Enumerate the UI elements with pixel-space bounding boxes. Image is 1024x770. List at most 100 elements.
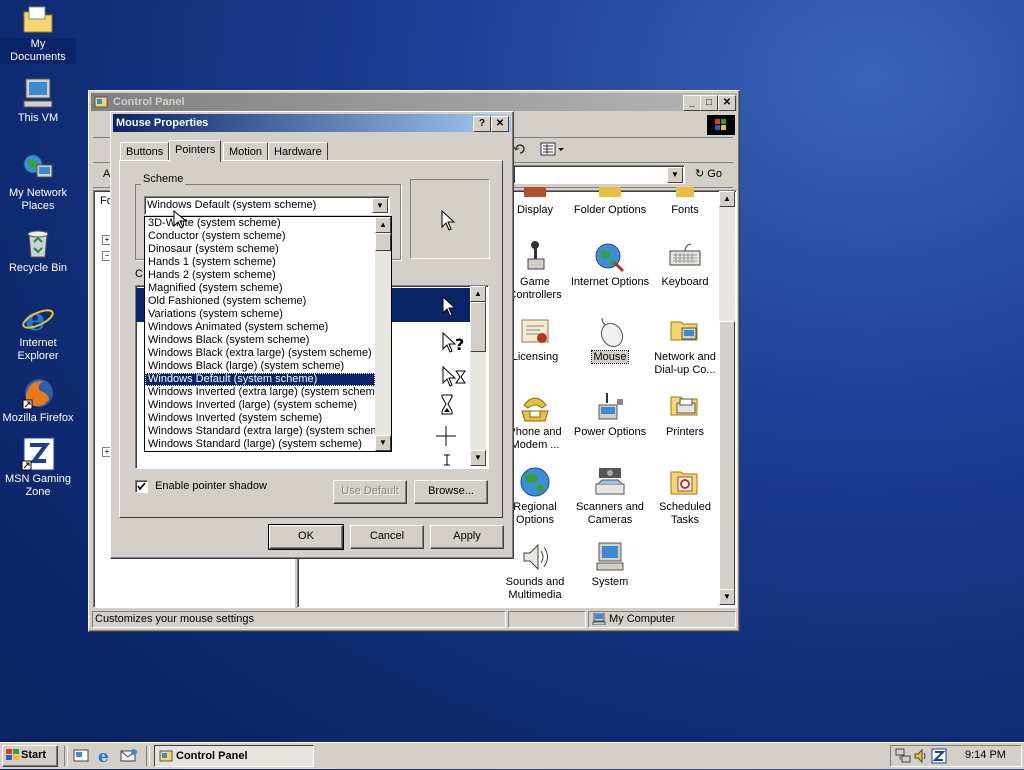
address-input[interactable]: ▼ — [513, 165, 685, 184]
cp-item-folder-options[interactable]: Folder Options — [570, 187, 650, 217]
scheme-option[interactable]: Windows Black (extra large) (system sche… — [145, 347, 375, 360]
start-button[interactable]: Start — [2, 745, 58, 767]
recycle-bin-icon — [21, 226, 55, 260]
tab-motion[interactable]: Motion — [223, 142, 269, 161]
tab-buttons[interactable]: Buttons — [120, 142, 170, 161]
cp-item-mouse[interactable]: Mouse — [570, 316, 650, 364]
scroll-thumb[interactable] — [470, 302, 486, 352]
tab-hardware[interactable]: Hardware — [268, 142, 328, 161]
scheme-option[interactable]: Windows Inverted (extra large) (system s… — [145, 386, 385, 399]
views-icon[interactable] — [539, 141, 565, 157]
scheme-option[interactable]: Windows Animated (system scheme) — [145, 321, 375, 334]
show-desktop-icon[interactable] — [73, 748, 89, 767]
scheme-option[interactable]: Hands 1 (system scheme) — [145, 256, 375, 269]
scheme-option[interactable]: Variations (system scheme) — [145, 308, 375, 321]
use-default-button[interactable]: Use Default — [333, 480, 407, 504]
control-panel-icon — [159, 749, 173, 763]
ok-button[interactable]: OK — [268, 524, 344, 550]
minimize-button[interactable]: _ — [683, 95, 701, 111]
go-button[interactable]: ↻ Go — [695, 166, 731, 183]
network-tray-icon[interactable] — [895, 748, 911, 767]
quicklaunch-ie-icon[interactable]: e — [96, 747, 114, 768]
scroll-down-arrow[interactable]: ▼ — [375, 435, 391, 451]
scheme-option[interactable]: Windows Default (system scheme) — [145, 373, 375, 386]
game-controller-icon — [518, 241, 552, 273]
task-button-control-panel[interactable]: Control Panel — [154, 745, 314, 767]
quicklaunch-outlook-icon[interactable] — [120, 748, 138, 767]
dialog-close-button[interactable]: ✕ — [491, 116, 509, 132]
cursor-list-scrollbar[interactable]: ▲ ▼ — [470, 286, 486, 466]
scheme-option[interactable]: Windows Standard (large) (system scheme) — [145, 438, 375, 451]
cp-item-system[interactable]: System — [570, 541, 650, 589]
scroll-down-arrow[interactable]: ▼ — [470, 450, 486, 466]
enable-pointer-shadow-label: Enable pointer shadow — [155, 480, 267, 493]
vm-tools-tray-icon[interactable] — [931, 748, 947, 767]
dropdown-scrollbar[interactable]: ▲ ▼ — [375, 217, 391, 451]
cp-item-printers[interactable]: Printers — [645, 391, 725, 439]
cp-item-scheduled-tasks[interactable]: Scheduled Tasks — [645, 466, 725, 527]
cp-item-keyboard[interactable]: Keyboard — [645, 241, 725, 289]
scheme-option[interactable]: Dinosaur (system scheme) — [145, 243, 375, 256]
cp-item-internet-options[interactable]: Internet Options — [570, 241, 650, 289]
scheme-option[interactable]: Hands 2 (system scheme) — [145, 269, 375, 282]
status-zone-label: My Computer — [609, 613, 676, 625]
mouse-properties-titlebar[interactable]: Mouse Properties ? ✕ — [113, 114, 511, 132]
clock[interactable]: 9:14 PM — [965, 749, 1006, 761]
scheme-dropdown-arrow[interactable]: ▼ — [372, 198, 388, 213]
cancel-button[interactable]: Cancel — [350, 525, 424, 549]
cp-item-label: Scanners and Cameras — [576, 501, 644, 526]
cp-item-label: Network and Dial-up Co... — [654, 351, 716, 376]
volume-tray-icon[interactable] — [913, 748, 929, 767]
desktop-icon-label: Recycle Bin — [8, 262, 68, 274]
help-button[interactable]: ? — [473, 116, 491, 132]
cp-item-label: Scheduled Tasks — [659, 501, 711, 526]
cp-item-fonts[interactable]: Fonts — [645, 187, 725, 217]
enable-pointer-shadow-checkbox[interactable]: Enable pointer shadow — [135, 480, 267, 494]
close-button[interactable]: ✕ — [718, 95, 736, 111]
address-dropdown-arrow[interactable]: ▼ — [667, 167, 683, 183]
scheme-option[interactable]: Windows Black (system scheme) — [145, 334, 375, 347]
network-dialup-icon — [668, 316, 702, 348]
maximize-button[interactable]: □ — [700, 95, 718, 111]
scheme-option[interactable]: Windows Inverted (system scheme) — [145, 412, 375, 425]
desktop-icon-this-vm[interactable]: This VM — [0, 76, 76, 125]
cp-item-power-options[interactable]: Power Options — [570, 391, 650, 439]
apply-button[interactable]: Apply — [430, 525, 504, 549]
cp-item-label: Mouse — [591, 350, 629, 364]
browse-button[interactable]: Browse... — [414, 480, 488, 504]
mouse-cursor-icon — [173, 209, 188, 233]
taskbar-separator — [64, 746, 68, 766]
text-select-cursor-icon — [442, 454, 452, 469]
desktop-icon-recycle-bin[interactable]: Recycle Bin — [0, 226, 76, 275]
scheme-option[interactable]: Windows Black (large) (system scheme) — [145, 360, 375, 373]
cp-item-label: Fonts — [671, 204, 699, 216]
cp-item-scanners-cameras[interactable]: Scanners and Cameras — [570, 466, 650, 527]
desktop-icon-label: My Network Places — [8, 187, 68, 212]
checkbox-box[interactable] — [135, 480, 148, 493]
scroll-up-arrow[interactable]: ▲ — [375, 217, 391, 233]
scanners-cameras-icon — [593, 466, 627, 498]
desktop-icon-my-documents[interactable]: My Documents — [0, 2, 76, 64]
desktop-icon-internet-explorer[interactable]: e Internet Explorer — [0, 300, 76, 363]
desktop-icon-firefox[interactable]: Mozilla Firefox — [0, 376, 76, 425]
system-icon — [593, 541, 627, 573]
scheme-option[interactable]: Old Fashioned (system scheme) — [145, 295, 375, 308]
cp-item-label: Display — [516, 204, 554, 216]
tab-strip: Buttons Pointers Motion Hardware — [120, 140, 500, 162]
cp-item-network-dialup[interactable]: Network and Dial-up Co... — [645, 316, 725, 377]
scroll-down-arrow[interactable]: ▼ — [719, 589, 735, 605]
scheme-option[interactable]: Windows Inverted (large) (system scheme) — [145, 399, 375, 412]
tab-pointers[interactable]: Pointers — [169, 140, 222, 162]
pointer-preview — [410, 179, 490, 259]
scroll-thumb[interactable] — [375, 233, 391, 251]
control-panel-titlebar[interactable]: Control Panel _ □ ✕ — [91, 93, 737, 111]
status-zone: My Computer — [588, 611, 736, 628]
desktop-icon-network-places[interactable]: My Network Places — [0, 151, 76, 213]
desktop-icon-msn-gaming-zone[interactable]: MSN Gaming Zone — [0, 437, 76, 499]
scheme-option[interactable]: Magnified (system scheme) — [145, 282, 375, 295]
firefox-icon — [21, 376, 55, 410]
undo-icon[interactable] — [513, 142, 527, 156]
scroll-up-arrow[interactable]: ▲ — [470, 286, 486, 302]
scheme-option[interactable]: Windows Standard (extra large) (system s… — [145, 425, 389, 438]
taskbar: Start e Control Panel 9:14 PM — [0, 742, 1024, 769]
